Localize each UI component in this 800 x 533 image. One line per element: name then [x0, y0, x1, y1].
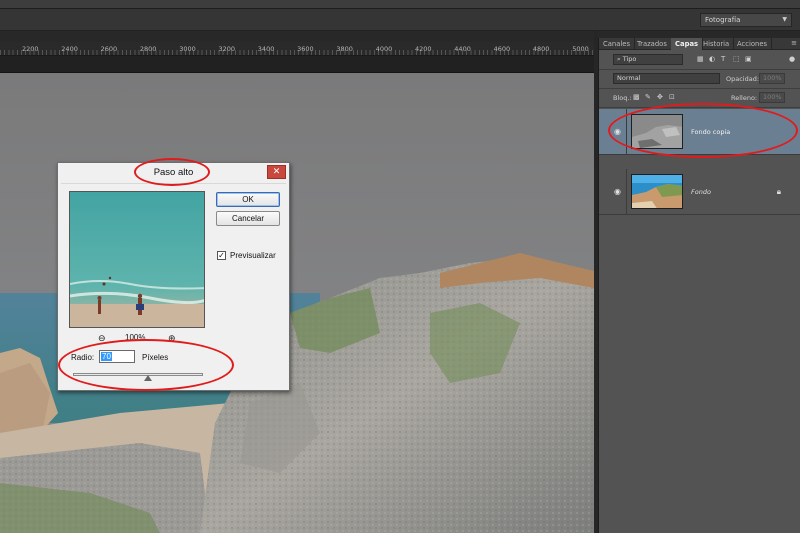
photoshop-window: Fotografía ▼ 2200 2400 2600 2800 3000 3200 340… — [0, 0, 800, 533]
fill-value: 100% — [763, 93, 782, 101]
filter-toggle-icon[interactable]: ● — [789, 55, 795, 63]
filter-preview[interactable] — [69, 191, 205, 328]
panel-tabs: Canales Trazados Capas Historia Acciones… — [599, 38, 800, 50]
canvas-top-margin — [0, 56, 594, 73]
opacity-value: 100% — [763, 74, 782, 82]
workspace-select-label: Fotografía — [705, 16, 741, 24]
close-icon: ✕ — [272, 167, 281, 177]
tab-paths[interactable]: Trazados — [633, 38, 672, 50]
ruler-label: 3800 — [336, 45, 353, 53]
lock-move-icon[interactable]: ✥ — [657, 93, 663, 101]
filter-kind-label: Tipo — [622, 55, 637, 63]
ruler-label: 2800 — [139, 45, 157, 53]
eye-icon[interactable]: ◉ — [614, 187, 624, 196]
fill-label: Relleno: — [731, 94, 758, 102]
fill-input[interactable]: 100% — [759, 92, 785, 103]
panel-menu-icon[interactable]: ≡ — [791, 39, 797, 47]
panel-separator — [599, 88, 800, 89]
preview-checkbox[interactable]: ✓ — [217, 251, 226, 260]
filter-kind-select[interactable]: ⌕ Tipo — [613, 54, 683, 65]
lock-transparent-icon[interactable]: ▩ — [633, 93, 640, 101]
blend-row: Normal Opacidad: 100% — [599, 71, 800, 87]
blend-mode-label: Normal — [617, 74, 641, 82]
layer-name[interactable]: Fondo — [691, 188, 711, 196]
lock-brush-icon[interactable]: ✎ — [645, 93, 651, 101]
annotation-ring-layer — [608, 103, 798, 158]
opacity-input[interactable]: 100% — [759, 73, 785, 84]
filter-pixel-icon[interactable]: ▦ — [697, 55, 704, 63]
ruler-label: 2600 — [100, 45, 118, 53]
tab-actions[interactable]: Acciones — [733, 38, 773, 50]
ruler-label: 4000 — [375, 45, 393, 53]
cancel-button[interactable]: Cancelar — [216, 211, 280, 226]
filter-smart-object-icon[interactable]: ▣ — [745, 55, 752, 63]
panel-separator — [599, 69, 800, 70]
tab-history[interactable]: Historia — [699, 38, 735, 50]
lock-label: Bloq.: — [613, 94, 632, 102]
ruler-label: 4400 — [454, 45, 471, 53]
horizontal-ruler: 2200 2400 2600 2800 3000 3200 3400 3600 3800 4000… — [0, 42, 594, 56]
layer-row-fondo[interactable]: ◉ Fondo 🔒︎ — [599, 169, 800, 215]
annotation-ring-title — [134, 158, 210, 186]
ruler-label: 4200 — [415, 45, 432, 53]
ruler-label: 3600 — [297, 45, 314, 53]
tab-channels[interactable]: Canales — [599, 38, 635, 50]
menu-bar — [0, 0, 800, 9]
ruler-label: 3000 — [179, 45, 196, 53]
close-button[interactable]: ✕ — [267, 165, 286, 179]
chevron-down-icon: ▼ — [782, 16, 787, 23]
ruler-label: 2400 — [61, 45, 78, 53]
layer-thumbnail — [631, 174, 683, 209]
ruler-label: 3400 — [257, 45, 275, 53]
ruler-label: 2200 — [22, 45, 39, 53]
ok-button[interactable]: OK — [216, 192, 280, 207]
blend-mode-select[interactable]: Normal — [613, 73, 720, 84]
search-icon: ⌕ — [617, 55, 621, 63]
annotation-ring-radius — [58, 339, 234, 391]
opacity-label: Opacidad: — [726, 75, 760, 83]
filter-shape-icon[interactable]: ⬚ — [733, 55, 740, 63]
ruler-label: 4600 — [493, 45, 511, 53]
options-bar: Fotografía ▼ — [0, 9, 800, 31]
preview-checkbox-label: Previsualizar — [230, 251, 276, 260]
ruler-label: 3200 — [218, 45, 236, 53]
filter-adjustment-icon[interactable]: ◐ — [709, 55, 715, 63]
filter-type-icon[interactable]: T — [721, 55, 725, 63]
lock-icon: 🔒︎ — [776, 187, 781, 196]
workspace-select[interactable]: Fotografía ▼ — [700, 13, 792, 27]
lock-all-icon[interactable]: ⊡ — [669, 93, 675, 101]
ruler-label: 4800 — [532, 45, 550, 53]
layer-filter-row: ⌕ Tipo ▦ ◐ T ⬚ ▣ ● — [599, 52, 800, 68]
ruler-label: 5000 — [572, 45, 589, 53]
